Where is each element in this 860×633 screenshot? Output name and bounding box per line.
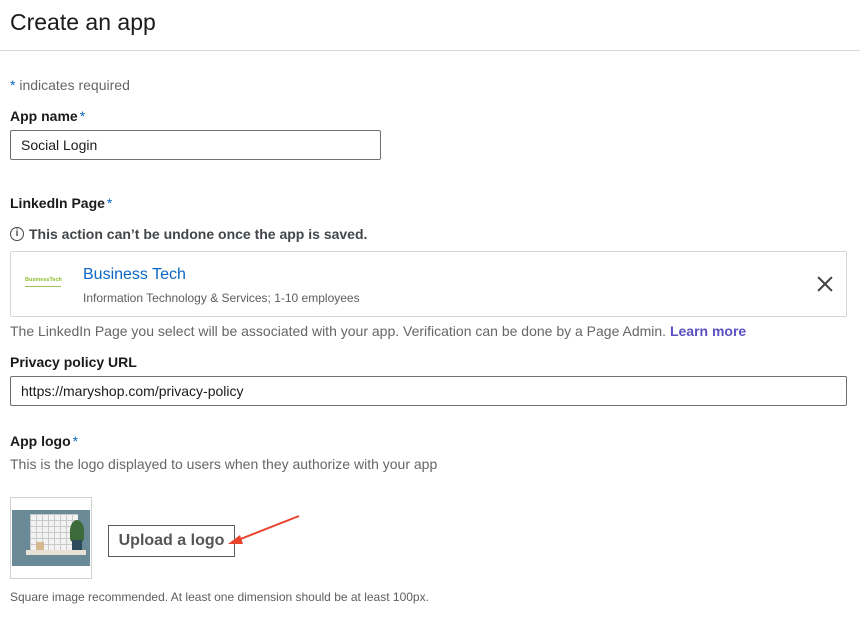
app-name-input[interactable]: Social Login (10, 130, 381, 160)
close-icon[interactable] (814, 273, 836, 295)
linkedin-page-helper: The LinkedIn Page you select will be ass… (10, 323, 746, 339)
app-logo-preview (10, 497, 92, 579)
required-star: * (79, 108, 86, 124)
logo-thumbnail-image (12, 510, 90, 566)
app-name-value: Social Login (21, 137, 98, 153)
upload-logo-button[interactable]: Upload a logo (108, 525, 235, 557)
app-logo-label-text: App logo (10, 433, 71, 449)
company-name[interactable]: Business Tech (83, 266, 186, 284)
privacy-policy-url-value: https://maryshop.com/privacy-policy (21, 383, 244, 399)
logo-size-note: Square image recommended. At least one d… (10, 590, 429, 604)
required-indicator-note: * indicates required (10, 77, 130, 93)
company-details: Information Technology & Services; 1-10 … (83, 291, 360, 305)
company-logo: BusinessTech (25, 277, 63, 292)
irreversible-action-warning: i This action can’t be undone once the a… (10, 226, 367, 242)
linkedin-page-label-text: LinkedIn Page (10, 195, 105, 211)
app-logo-description: This is the logo displayed to users when… (10, 456, 438, 472)
warning-text: This action can’t be undone once the app… (29, 226, 368, 242)
selected-linkedin-page-card: BusinessTech Business Tech Information T… (10, 251, 847, 317)
required-star: * (72, 433, 79, 449)
privacy-policy-label: Privacy policy URL (10, 354, 137, 370)
linkedin-page-label: LinkedIn Page * (10, 195, 112, 211)
app-name-label-text: App name (10, 108, 78, 124)
annotation-arrow-icon (228, 515, 300, 544)
page-title: Create an app (10, 9, 156, 35)
app-name-label: App name * (10, 108, 85, 124)
learn-more-link[interactable]: Learn more (670, 323, 746, 339)
create-app-form: Create an app * indicates required App n… (0, 0, 860, 633)
page-header: Create an app (0, 0, 860, 51)
required-star: * (106, 195, 113, 211)
company-logo-text: BusinessTech (25, 277, 62, 283)
info-icon: i (10, 227, 24, 241)
helper-text: The LinkedIn Page you select will be ass… (10, 323, 670, 339)
privacy-policy-label-text: Privacy policy URL (10, 354, 137, 370)
app-logo-label: App logo * (10, 433, 78, 449)
privacy-policy-url-input[interactable]: https://maryshop.com/privacy-policy (10, 376, 847, 406)
required-note-text: indicates required (15, 77, 130, 93)
